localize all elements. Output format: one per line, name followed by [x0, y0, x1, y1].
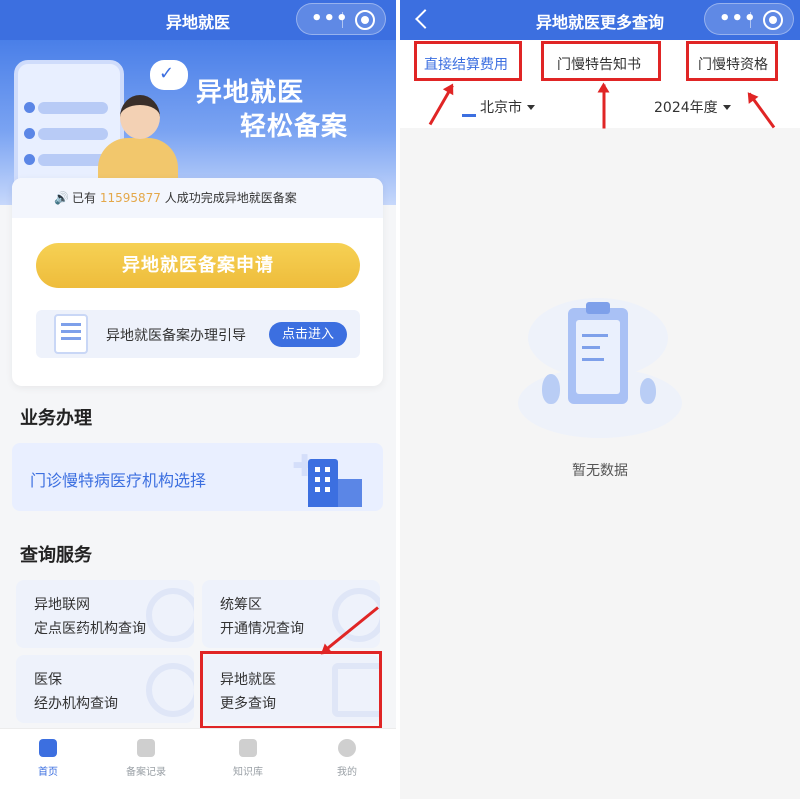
- query-card-subtitle: 开通情况查询: [220, 621, 304, 637]
- annotation-arrow: [602, 84, 606, 129]
- check-icon: [24, 128, 35, 139]
- paper-line: [582, 334, 608, 337]
- section-title-business: 业务办理: [20, 408, 92, 429]
- list-bar: [38, 128, 108, 140]
- location-pin-icon: [332, 588, 380, 642]
- query-card-title: 医保: [34, 672, 62, 688]
- home-icon: [39, 739, 57, 757]
- clipboard-paper: [576, 320, 620, 394]
- clipboard-clip: [586, 302, 610, 314]
- book-icon: [239, 739, 257, 757]
- query-card-title: 统筹区: [220, 597, 262, 613]
- filing-apply-button[interactable]: 异地就医备案申请: [36, 243, 360, 288]
- miniapp-capsule[interactable]: •••: [704, 3, 794, 35]
- user-icon: [338, 739, 356, 757]
- paper-line: [582, 346, 600, 349]
- records-icon: [137, 739, 155, 757]
- empty-state-illustration: [518, 278, 682, 438]
- bottom-tab-bar: 首页 备案记录 知识库 我的: [0, 728, 396, 799]
- banner-title-line2: 轻松备案: [240, 112, 349, 142]
- query-card-networked-institutions[interactable]: 异地联网 定点医药机构查询: [16, 580, 194, 648]
- filing-card: 🔊 已有 11595877 人成功完成异地就医备案 异地就医备案申请 异地就医备…: [12, 178, 383, 386]
- list-bar: [38, 102, 108, 114]
- filing-guide-banner[interactable]: 异地就医备案办理引导 点击进入: [36, 310, 360, 358]
- dropdown-caret-icon: [722, 105, 731, 110]
- banner-title-line1: 异地就医: [196, 78, 305, 108]
- nav-bar: 异地就医更多查询 •••: [400, 0, 800, 40]
- miniapp-capsule[interactable]: •••: [296, 3, 386, 35]
- guide-label: 异地就医备案办理引导: [106, 328, 246, 344]
- active-tab-indicator: [462, 114, 476, 117]
- tab-knowledge-base[interactable]: 知识库: [208, 739, 288, 778]
- highlight-box-chronic-eligibility: [686, 41, 778, 81]
- layers-icon: [146, 663, 194, 717]
- close-miniapp-icon[interactable]: [763, 10, 783, 30]
- home-screen: 异地就医 ••• ✓ 异地就医 轻松备案 🔊 已有 11595877 人成功完成…: [0, 0, 396, 799]
- pill-icon: [146, 588, 194, 642]
- query-card-subtitle: 定点医药机构查询: [34, 621, 146, 637]
- query-card-region-status[interactable]: 统筹区 开通情况查询: [202, 580, 380, 648]
- more-queries-screen: 异地就医更多查询 ••• 直接结算费用 门慢特告知书 门慢特资格 北京市 202…: [400, 0, 800, 799]
- tree-icon: [542, 374, 560, 404]
- nav-bar: 异地就医 •••: [0, 0, 396, 40]
- empty-state-text: 暂无数据: [572, 463, 628, 479]
- tab-label: 备案记录: [126, 767, 166, 778]
- filing-count-notice: 🔊 已有 11595877 人成功完成异地就医备案: [12, 178, 383, 218]
- section-title-query: 查询服务: [20, 545, 92, 566]
- building-icon: [338, 479, 362, 507]
- close-miniapp-icon[interactable]: [355, 10, 375, 30]
- capsule-divider: [750, 12, 751, 28]
- year-select[interactable]: 2024年度: [654, 97, 731, 117]
- notice-text: 已有 11595877 人成功完成异地就医备案: [72, 191, 297, 205]
- tab-home[interactable]: 首页: [8, 739, 88, 778]
- tab-profile[interactable]: 我的: [307, 739, 387, 778]
- query-card-title: 异地联网: [34, 597, 90, 613]
- filing-count: 11595877: [99, 191, 161, 205]
- enter-guide-button[interactable]: 点击进入: [269, 322, 347, 347]
- document-icon: [54, 314, 88, 354]
- check-icon: [24, 154, 35, 165]
- query-card-subtitle: 经办机构查询: [34, 696, 118, 712]
- highlight-box-chronic-notice: [541, 41, 661, 81]
- capsule-divider: [342, 12, 343, 28]
- query-card-agency[interactable]: 医保 经办机构查询: [16, 655, 194, 723]
- tab-filing-records[interactable]: 备案记录: [106, 739, 186, 778]
- speaker-icon: 🔊: [54, 191, 69, 205]
- highlight-box-more-queries: [200, 651, 382, 729]
- highlight-box-direct-settlement: [414, 41, 522, 81]
- person-illustration-head: [120, 95, 160, 139]
- tab-label: 首页: [38, 767, 58, 778]
- tab-label: 知识库: [233, 767, 263, 778]
- checkmark-bubble-icon: ✓: [150, 60, 188, 90]
- dropdown-caret-icon: [527, 105, 535, 110]
- tree-icon: [640, 378, 656, 404]
- chronic-disease-institution-select[interactable]: 门诊慢特病医疗机构选择 ✚: [12, 443, 383, 511]
- business-item-label: 门诊慢特病医疗机构选择: [30, 471, 207, 490]
- city-select[interactable]: 北京市: [480, 97, 535, 117]
- screenshot-root: 异地就医 ••• ✓ 异地就医 轻松备案 🔊 已有 11595877 人成功完成…: [0, 0, 800, 799]
- tab-label: 我的: [337, 767, 357, 778]
- check-icon: [24, 102, 35, 113]
- hospital-building-icon: [308, 459, 338, 507]
- paper-line: [582, 358, 604, 361]
